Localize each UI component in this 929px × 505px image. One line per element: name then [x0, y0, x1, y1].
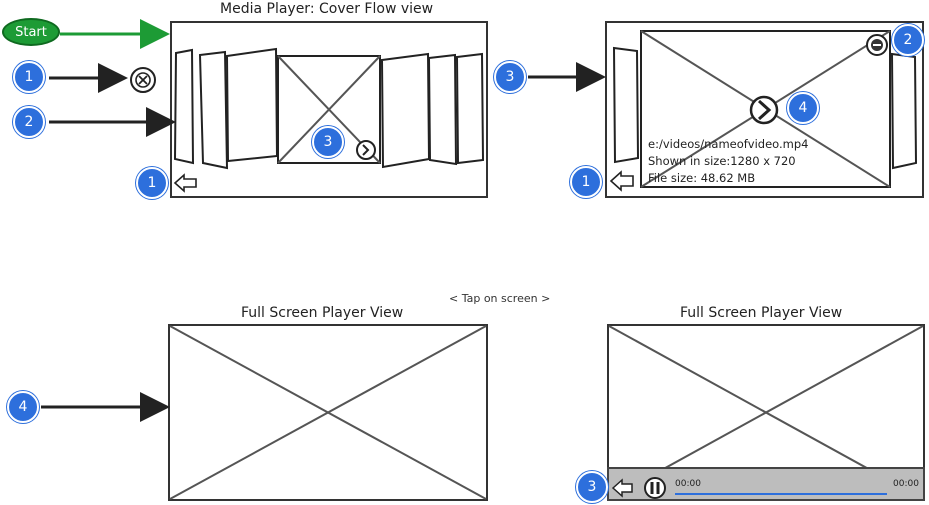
video-file-size: File size: 48.62 MB — [648, 171, 756, 185]
minus-icon — [866, 34, 888, 56]
badge-1-left: 1 — [13, 61, 45, 93]
video-path: e:/videos/nameofvideo.mp4 — [648, 137, 809, 151]
badge-4-left: 4 — [7, 391, 39, 423]
diagram-drawing — [41, 19, 924, 500]
back-arrow-icon-player — [611, 478, 633, 498]
back-arrow-icon-detail — [609, 170, 634, 192]
badge-1-cover: 1 — [136, 167, 168, 199]
playback-control-bar: 00:00 00:00 — [607, 467, 925, 501]
play-icon — [749, 95, 779, 125]
time-start: 00:00 — [675, 479, 701, 489]
time-end: 00:00 — [893, 479, 919, 489]
full-screen-image-left — [169, 325, 487, 500]
badge-3-fullscreen: 3 — [576, 471, 608, 503]
pause-icon — [644, 477, 666, 499]
back-arrow-icon-coverflow — [173, 173, 197, 193]
badge-2-detail: 2 — [892, 24, 924, 56]
control-bar-icons — [611, 477, 887, 499]
badge-1-detail: 1 — [570, 166, 602, 198]
badge-2-left: 2 — [13, 106, 45, 138]
close-icon — [130, 67, 156, 93]
badge-3-cover: 3 — [312, 126, 344, 158]
chevron-right-icon — [356, 140, 376, 160]
badge-4-detail: 4 — [787, 92, 819, 124]
video-size: Shown in size:1280 x 720 — [648, 154, 796, 168]
badge-3-right: 3 — [494, 61, 526, 93]
